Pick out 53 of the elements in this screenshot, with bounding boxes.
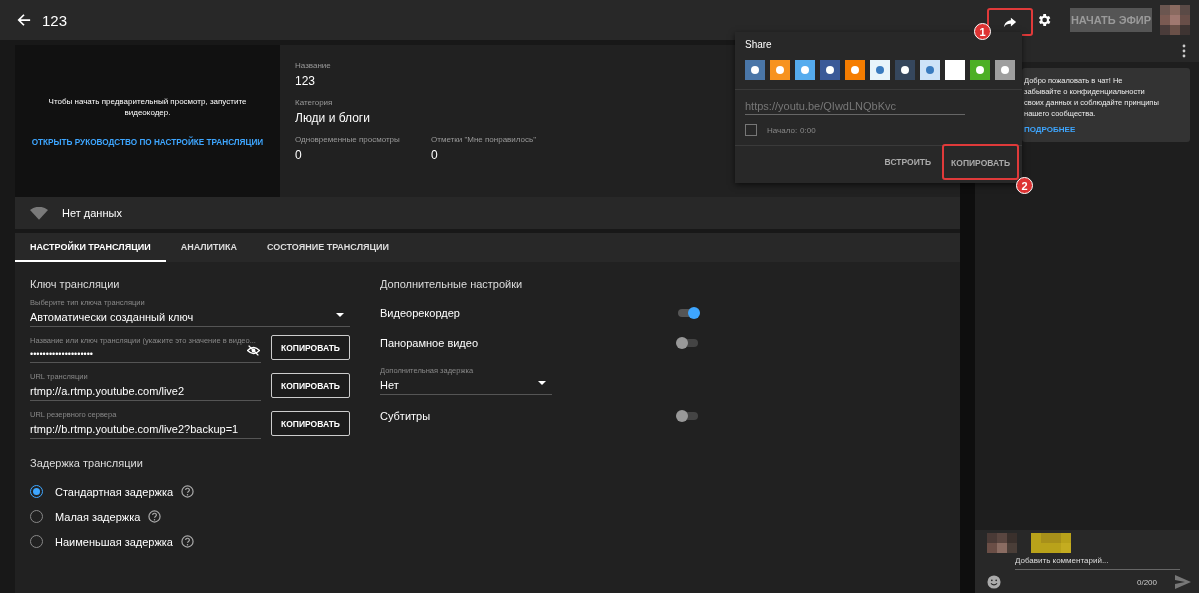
- field-value: Люди и блоги: [295, 111, 371, 125]
- share-arrow-icon: [1003, 15, 1017, 29]
- toggle-switch[interactable]: [676, 306, 700, 320]
- setting-label: Панорамное видео: [380, 337, 479, 349]
- eye-slash-icon[interactable]: [247, 344, 260, 357]
- embed-button[interactable]: ВСТРОИТЬ: [881, 153, 935, 171]
- help-icon[interactable]: [148, 510, 162, 523]
- stat-value: 0: [431, 148, 439, 162]
- emoji-icon[interactable]: [987, 575, 1001, 589]
- field-label: Название: [295, 61, 332, 70]
- copy-button[interactable]: КОПИРОВАТЬ: [271, 335, 350, 360]
- copy-button[interactable]: КОПИРОВАТЬ: [271, 411, 350, 436]
- toggle-switch[interactable]: [676, 409, 700, 423]
- stat-label: Одновременные просмотры: [295, 135, 401, 144]
- section-heading: Дополнительные настройки: [380, 278, 524, 290]
- checkbox[interactable]: [745, 124, 757, 136]
- settings-icon[interactable]: [1036, 12, 1052, 28]
- status-text: Нет данных: [62, 207, 122, 219]
- help-icon[interactable]: [181, 535, 194, 548]
- share-service-icon[interactable]: [745, 60, 765, 80]
- setting-label: Субтитры: [380, 410, 431, 422]
- tab[interactable]: СОСТОЯНИЕ ТРАНСЛЯЦИИ: [252, 233, 404, 262]
- start-time: 0:00: [800, 125, 816, 135]
- toggle-switch[interactable]: [676, 336, 700, 350]
- signal-icon: [30, 206, 48, 220]
- setting-label: Видеорекордер: [380, 307, 460, 319]
- tab[interactable]: АНАЛИТИКА: [165, 233, 252, 262]
- avatar[interactable]: [1160, 5, 1190, 35]
- preview-message: Чтобы начать предварительный просмотр, запустите видеокодер.: [47, 95, 248, 118]
- radio-label: Стандартная задержка: [55, 485, 174, 498]
- learn-more-link[interactable]: ПОДРОБНЕЕ: [1024, 125, 1184, 134]
- help-icon[interactable]: [181, 485, 195, 498]
- section-heading: Задержка трансляции: [30, 457, 144, 469]
- copy-link-button[interactable]: КОПИРОВАТЬ: [948, 154, 1013, 172]
- character-counter: 0/200: [1136, 577, 1157, 587]
- share-service-icon[interactable]: [895, 60, 915, 80]
- more-menu-icon[interactable]: [1182, 44, 1186, 58]
- back-arrow-icon[interactable]: [17, 13, 31, 27]
- start-label: Начало:: [767, 125, 798, 135]
- stream-title: 123: [42, 11, 68, 29]
- stat-value: 0: [295, 148, 303, 162]
- send-icon[interactable]: [1175, 575, 1191, 589]
- radio-label: Наименьшая задержка: [55, 535, 173, 548]
- setup-guide-link[interactable]: ОТКРЫТЬ РУКОВОДСТВО ПО НАСТРОЙКЕ ТРАНСЛЯЦИИ: [31, 137, 264, 147]
- avatar: [987, 533, 1017, 553]
- radio-label: Малая задержка: [55, 510, 141, 523]
- share-service-icon[interactable]: [820, 60, 840, 80]
- comment-field[interactable]: Добавить комментарий...: [1015, 553, 1180, 570]
- field-value: 123: [295, 74, 317, 88]
- popup-title: Share: [745, 39, 773, 50]
- section-heading: Ключ трансляции: [30, 278, 121, 290]
- copy-button[interactable]: КОПИРОВАТЬ: [271, 373, 350, 398]
- stat-label: Отметки "Мне понравилось": [431, 135, 538, 144]
